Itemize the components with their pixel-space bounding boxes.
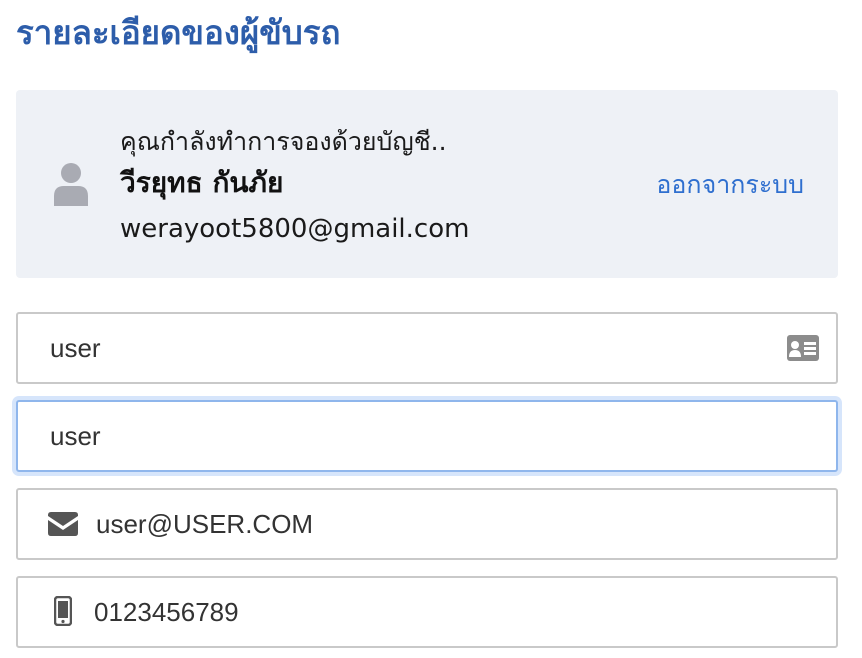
phone-field[interactable]: 0123456789 <box>16 576 838 648</box>
logout-link[interactable]: ออกจากระบบ <box>656 168 804 202</box>
envelope-icon <box>48 512 78 536</box>
first-name-field[interactable]: user <box>16 312 838 384</box>
email-value: user@USER.COM <box>96 509 314 539</box>
driver-details-page: รายละเอียดของผู้ขับรถ คุณกำลังทำการจองด้… <box>0 0 862 658</box>
last-name-field[interactable]: user <box>16 400 838 472</box>
phone-value: 0123456789 <box>94 597 239 627</box>
mobile-phone-icon <box>54 596 72 626</box>
last-name-value: user <box>50 421 101 451</box>
account-email: werayoot5800@gmail.com <box>120 214 470 244</box>
booking-as-label: คุณกำลังทำการจองด้วยบัญชี.. <box>120 127 447 156</box>
account-name: วีรยุทธ กันภัย <box>120 166 284 199</box>
page-title: รายละเอียดของผู้ขับรถ <box>16 13 341 52</box>
first-name-value: user <box>50 333 101 363</box>
account-card: คุณกำลังทำการจองด้วยบัญชี.. วีรยุทธ กันภ… <box>16 90 838 278</box>
email-field[interactable]: user@USER.COM <box>16 488 838 560</box>
user-icon <box>54 163 88 206</box>
id-card-icon <box>787 335 819 361</box>
